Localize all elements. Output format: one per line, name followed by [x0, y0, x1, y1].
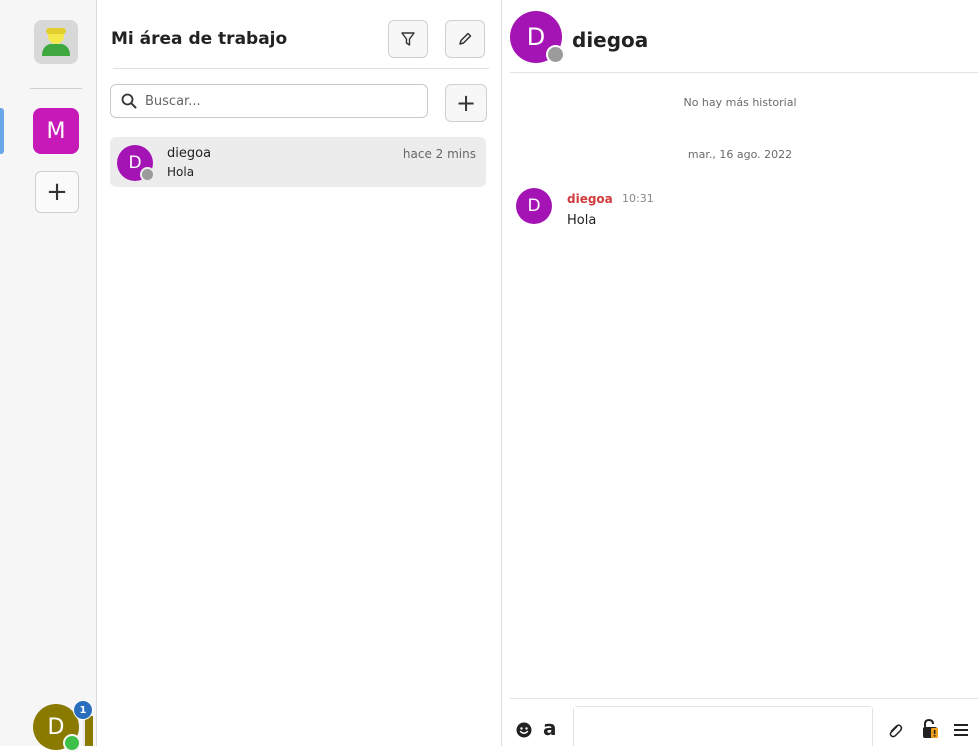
active-workspace-indicator	[0, 108, 4, 154]
user-avatar-letter: D	[47, 714, 65, 740]
notification-badge: 1	[73, 700, 93, 720]
message-body: Hola	[567, 213, 597, 228]
message-sender-name[interactable]: diegoa	[567, 192, 613, 206]
message-composer[interactable]	[573, 706, 873, 746]
message-input[interactable]	[574, 707, 872, 746]
contact-avatar: D	[117, 145, 155, 182]
filter-button[interactable]	[388, 20, 428, 58]
filter-icon	[401, 32, 415, 46]
emoji-button[interactable]	[516, 722, 532, 738]
smiley-icon	[516, 722, 532, 738]
encryption-button[interactable]	[921, 718, 939, 740]
plus-icon: +	[46, 177, 68, 207]
workspace-button[interactable]: M	[33, 108, 79, 154]
text-format-button[interactable]: a	[543, 716, 557, 740]
search-input[interactable]	[143, 92, 407, 110]
search-box[interactable]	[110, 84, 428, 118]
message-sender-avatar[interactable]: D	[516, 188, 552, 224]
avatar-letter: D	[526, 23, 546, 51]
app-logo-avatar[interactable]	[34, 20, 78, 64]
room-timestamp: hace 2 mins	[402, 147, 476, 161]
attach-button[interactable]	[886, 722, 904, 740]
chat-panel: D diegoa No hay más historial mar., 16 a…	[502, 0, 978, 746]
online-status-dot	[63, 734, 81, 752]
person-icon	[34, 20, 78, 64]
chat-header-divider	[510, 72, 978, 73]
header-divider	[113, 68, 489, 69]
rail-separator	[30, 88, 82, 89]
avatar-letter: D	[128, 153, 142, 173]
unlocked-lock-icon	[923, 718, 938, 738]
date-separator: mar., 16 ago. 2022	[687, 148, 793, 161]
room-list-item[interactable]: D diegoa Hola hace 2 mins	[110, 137, 486, 187]
workspace-title: Mi área de trabajo	[111, 29, 288, 49]
hamburger-menu-icon	[954, 724, 968, 736]
add-workspace-button[interactable]: +	[35, 171, 79, 213]
user-avatar-edge	[83, 716, 93, 746]
chat-header-avatar[interactable]: D	[510, 11, 565, 64]
composer-divider	[510, 698, 978, 699]
paperclip-icon	[889, 724, 903, 738]
offline-status-dot	[140, 167, 155, 182]
offline-status-dot	[546, 45, 565, 64]
chat-header-name[interactable]: diegoa	[572, 28, 648, 52]
pencil-icon	[459, 32, 472, 45]
avatar-letter: D	[527, 196, 541, 216]
add-room-button[interactable]: +	[445, 84, 487, 122]
no-history-notice: No hay más historial	[683, 96, 797, 109]
room-list-panel: Mi área de trabajo + D diegoa Hola hace …	[97, 0, 502, 746]
workspace-rail: M + D 1	[0, 0, 97, 752]
plus-icon: +	[455, 89, 477, 117]
room-last-message: Hola	[167, 165, 195, 179]
room-name: diegoa	[167, 146, 212, 161]
search-icon	[121, 93, 137, 109]
menu-button[interactable]	[953, 722, 969, 738]
workspace-letter: M	[46, 118, 66, 144]
message-timestamp: 10:31	[622, 192, 654, 205]
notification-count: 1	[79, 704, 87, 716]
compose-button[interactable]	[445, 20, 485, 58]
